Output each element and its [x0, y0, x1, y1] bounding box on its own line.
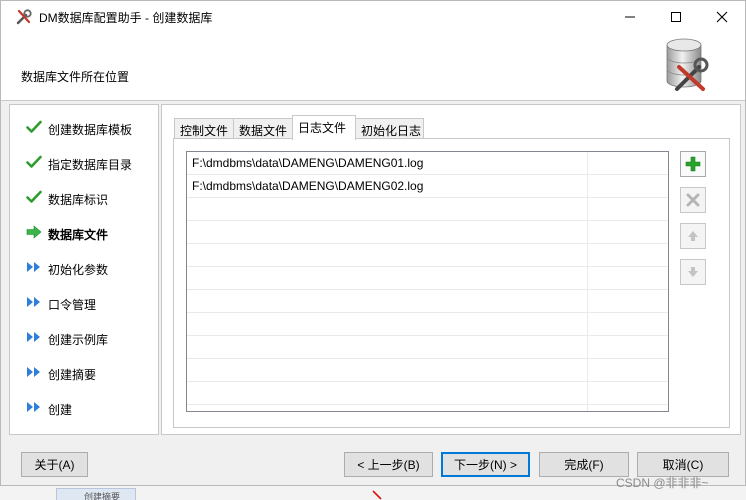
- table-row[interactable]: F:\dmdbms\data\DAMENG\DAMENG02.log: [187, 175, 668, 198]
- move-up-button[interactable]: [680, 223, 706, 249]
- step-label: 数据库标识: [48, 193, 109, 207]
- red-slash-icon: [372, 490, 382, 500]
- move-down-icon: [688, 267, 698, 277]
- log-files-panel: F:\dmdbms\data\DAMENG\DAMENG01.log F:\dm…: [173, 138, 730, 428]
- step-summary: 创建摘要: [10, 354, 158, 389]
- step-create: 创建: [10, 389, 158, 424]
- about-button[interactable]: 关于(A): [21, 452, 88, 477]
- add-file-button[interactable]: [680, 151, 706, 177]
- add-icon: [685, 156, 701, 172]
- step-label: 指定数据库目录: [48, 158, 133, 172]
- page-title: 数据库文件所在位置: [21, 70, 130, 84]
- table-row[interactable]: [187, 221, 668, 244]
- table-row[interactable]: [187, 244, 668, 267]
- step-database-identity: 数据库标识: [10, 179, 158, 214]
- file-path-cell[interactable]: F:\dmdbms\data\DAMENG\DAMENG01.log: [192, 156, 423, 170]
- minimize-icon: [625, 16, 635, 18]
- tools-icon: [16, 9, 32, 25]
- background-step-label: 创建摘要: [84, 492, 121, 500]
- step-database-files: 数据库文件: [10, 214, 158, 249]
- step-label: 创建数据库模板: [48, 123, 133, 137]
- dm-config-assistant-window: DM数据库配置助手 - 创建数据库 数据库文件所在位置 创建数据库模板 指定数据…: [0, 0, 746, 486]
- table-row[interactable]: [187, 290, 668, 313]
- checkmark-icon: [26, 155, 42, 168]
- table-row[interactable]: [187, 382, 668, 405]
- double-chevron-right-icon: [27, 402, 40, 412]
- step-password: 口令管理: [10, 284, 158, 319]
- checkmark-icon: [26, 190, 42, 203]
- step-sample-db: 创建示例库: [10, 319, 158, 354]
- table-row[interactable]: [187, 313, 668, 336]
- close-button[interactable]: [699, 1, 745, 32]
- move-up-icon: [688, 231, 698, 241]
- watermark: CSDN @非非非~: [616, 476, 709, 490]
- minimize-button[interactable]: [607, 1, 653, 32]
- double-chevron-right-icon: [27, 332, 40, 342]
- step-label: 创建摘要: [48, 368, 97, 382]
- table-row[interactable]: [187, 198, 668, 221]
- double-chevron-right-icon: [27, 262, 40, 272]
- title-bar[interactable]: DM数据库配置助手 - 创建数据库: [1, 1, 745, 32]
- remove-file-button[interactable]: [680, 187, 706, 213]
- maximize-icon: [671, 12, 681, 22]
- checkmark-icon: [26, 120, 42, 133]
- prev-button[interactable]: < 上一步(B): [344, 452, 433, 477]
- arrow-right-icon: [26, 225, 42, 239]
- step-label: 初始化参数: [48, 263, 109, 277]
- window-title: DM数据库配置助手 - 创建数据库: [39, 11, 213, 25]
- step-label: 创建示例库: [48, 333, 109, 347]
- remove-icon: [686, 193, 700, 207]
- table-row[interactable]: [187, 336, 668, 359]
- wizard-steps: 创建数据库模板 指定数据库目录 数据库标识 数据库文件 初始化参数 口令管理 创…: [9, 104, 159, 435]
- double-chevron-right-icon: [27, 367, 40, 377]
- table-row[interactable]: [187, 359, 668, 382]
- log-file-table[interactable]: F:\dmdbms\data\DAMENG\DAMENG01.log F:\dm…: [186, 151, 669, 412]
- step-label: 数据库文件: [48, 228, 109, 242]
- wizard-content: 控制文件 数据文件 日志文件 初始化日志 F:\dmdbms\data\DAME…: [161, 104, 741, 435]
- move-down-button[interactable]: [680, 259, 706, 285]
- step-specify-directory: 指定数据库目录: [10, 144, 158, 179]
- tab-log-files[interactable]: 日志文件: [292, 115, 356, 140]
- database-tools-icon: [666, 38, 709, 91]
- tab-init-log[interactable]: 初始化日志: [355, 118, 424, 139]
- step-label: 创建: [48, 403, 73, 417]
- tab-control-files[interactable]: 控制文件: [174, 118, 234, 139]
- step-init-params: 初始化参数: [10, 249, 158, 284]
- maximize-button[interactable]: [653, 1, 699, 32]
- next-button[interactable]: 下一步(N) >: [441, 452, 530, 477]
- step-create-template: 创建数据库模板: [10, 109, 158, 144]
- tab-data-files[interactable]: 数据文件: [233, 118, 293, 139]
- wizard-header: 数据库文件所在位置: [1, 32, 745, 101]
- step-label: 口令管理: [48, 298, 97, 312]
- table-row[interactable]: [187, 267, 668, 290]
- table-row[interactable]: F:\dmdbms\data\DAMENG\DAMENG01.log: [187, 152, 668, 175]
- double-chevron-right-icon: [27, 297, 40, 307]
- file-path-cell[interactable]: F:\dmdbms\data\DAMENG\DAMENG02.log: [192, 179, 423, 193]
- close-icon: [716, 11, 728, 23]
